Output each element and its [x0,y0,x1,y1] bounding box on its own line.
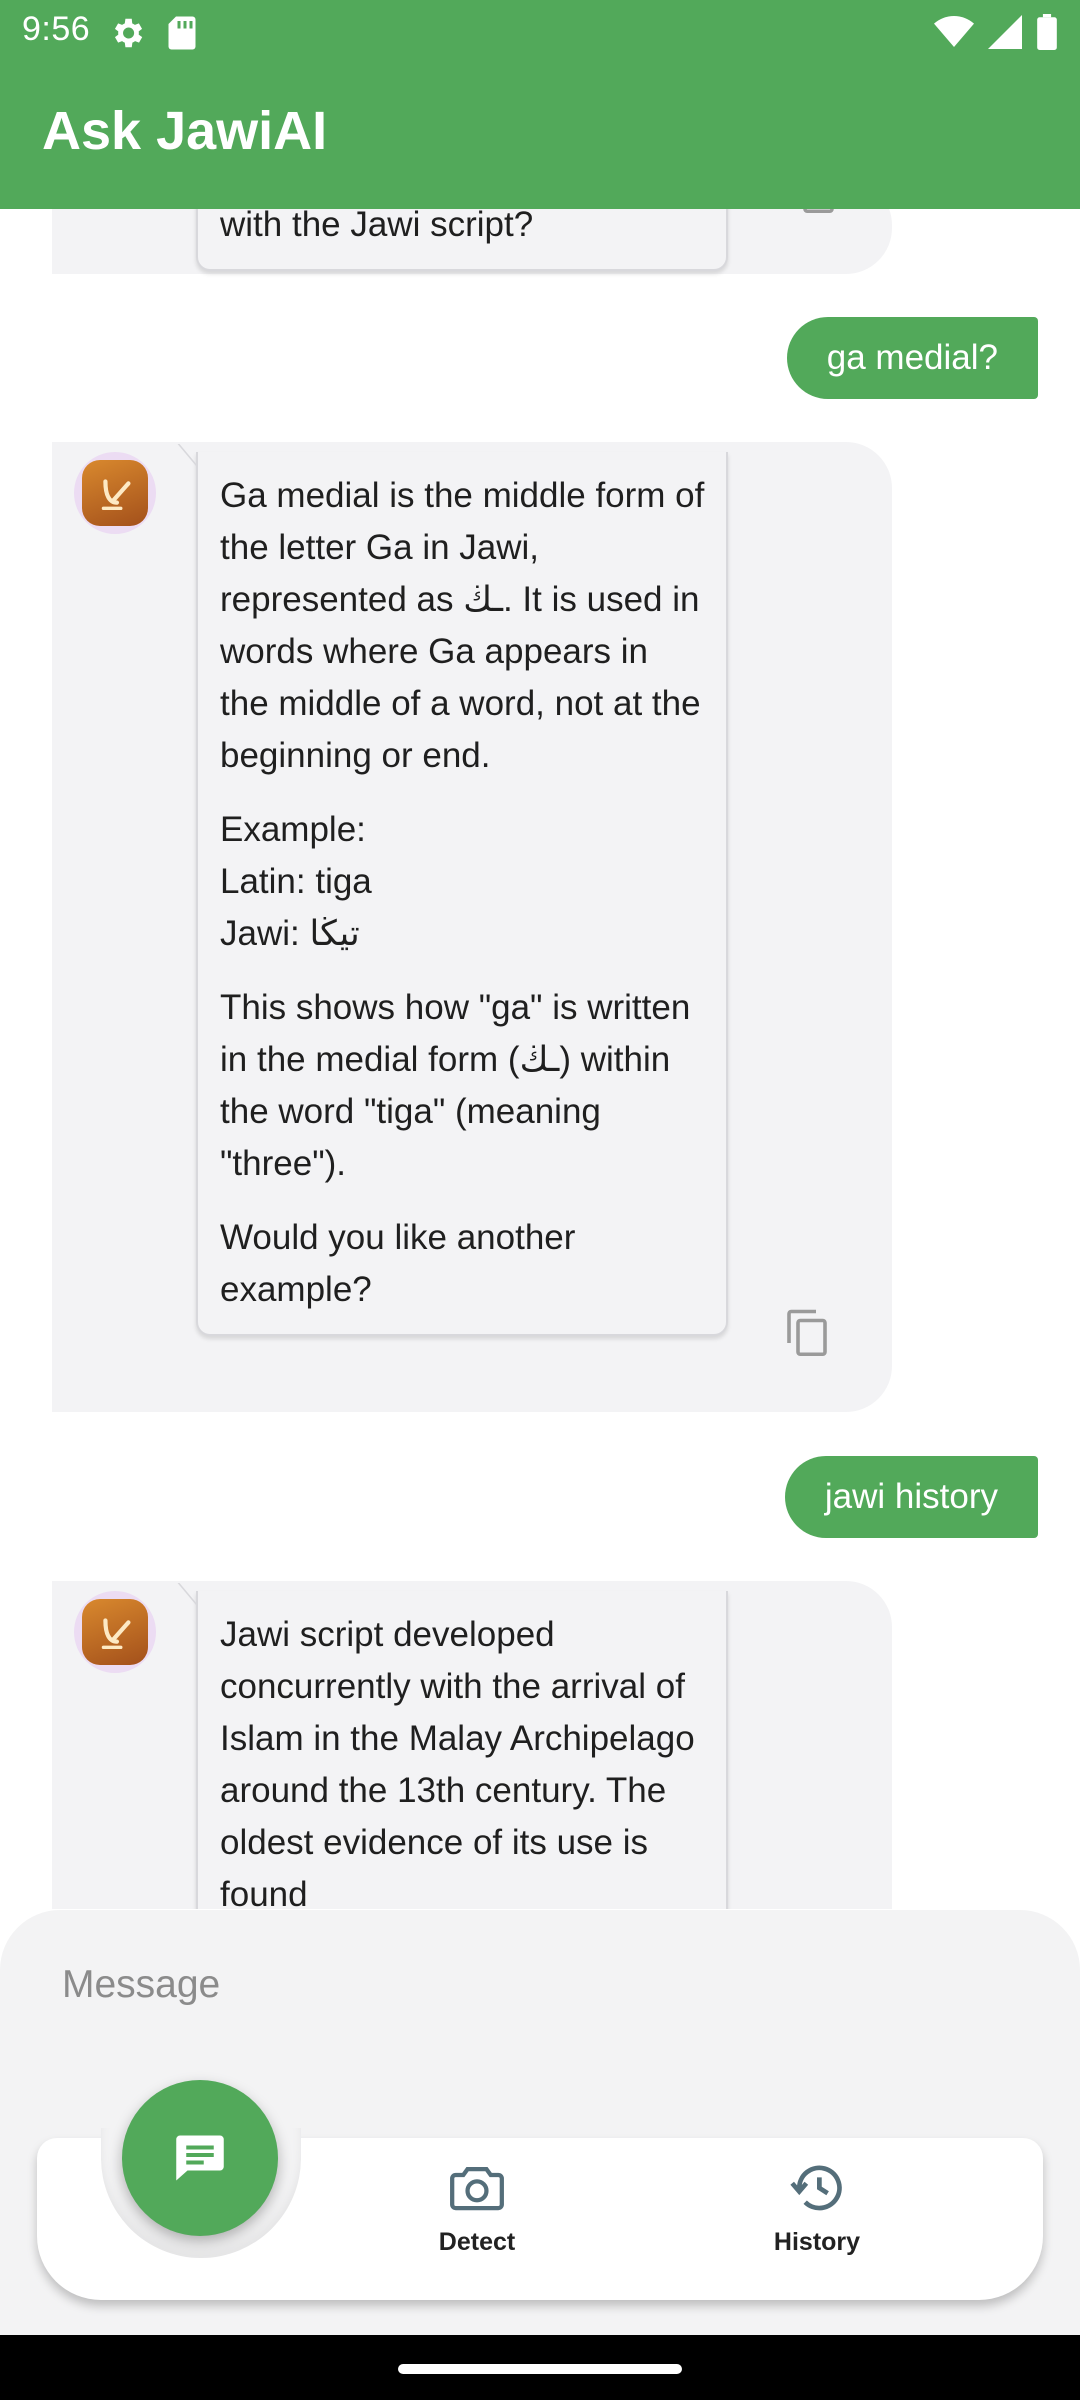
bot-message: Ga medial is the middle form of the lett… [52,442,892,1412]
message-line: Latin: tiga [220,862,372,901]
message-line: Example: [220,810,366,849]
status-right-icons [934,14,1058,50]
message-paragraph: This shows how "ga" is written in the me… [220,988,691,1183]
user-message-bubble: jawi history [784,1456,1038,1538]
nav-label-history: History [773,2228,861,2256]
message-input[interactable] [62,1950,962,2020]
message-paragraph: Would you like another example? [220,1218,576,1309]
message-paragraph: with the Jawi script? [220,209,534,244]
status-left-icons [108,14,198,52]
cell-signal-icon [988,15,1022,49]
chat-fab-button[interactable] [122,2080,278,2236]
message-paragraph: Jawi script developed concurrently with … [220,1615,695,1909]
battery-icon [1037,14,1057,50]
bot-message-bubble: Jawi script developed concurrently with … [177,1583,728,1909]
wifi-icon [934,16,974,47]
copy-icon[interactable] [787,209,841,221]
home-gesture-handle[interactable] [398,2364,682,2374]
jawi-pen-logo-icon [82,1599,148,1665]
system-nav-bar [0,2335,1080,2400]
message-paragraph: Ga medial is the middle form of the lett… [220,476,705,775]
user-message-bubble: ga medial? [786,317,1038,399]
camera-icon [450,2166,504,2211]
settings-gear-icon [114,18,143,48]
screen: 9:56 Ask JawiAI with the Jawi script? ga… [0,0,1080,2400]
status-bar: 9:56 [0,0,1080,62]
nav-label-detect: Detect [438,2228,516,2256]
status-time: 9:56 [22,10,91,48]
message-line: Jawi: تيڬا [220,914,360,953]
bot-message: with the Jawi script? [52,209,892,274]
app-title: Ask JawiAI [42,101,328,161]
chat-list[interactable]: with the Jawi script? ga medial? Ga medi… [0,209,1080,1909]
history-icon [790,2165,842,2211]
chat-bubble-icon [176,2135,224,2181]
nav-item-detect[interactable]: Detect [377,2162,577,2257]
bot-avatar [74,1591,156,1673]
bot-message: Jawi script developed concurrently with … [52,1581,892,1909]
copy-icon[interactable] [780,1304,834,1364]
bot-message-bubble: Ga medial is the middle form of the lett… [177,444,728,1336]
app-header: 9:56 Ask JawiAI [0,0,1080,209]
jawi-pen-logo-icon [82,460,148,526]
nav-item-history[interactable]: History [717,2162,917,2257]
user-message-text: ga medial? [826,338,998,377]
bot-message-bubble: with the Jawi script? [196,209,728,271]
user-message-text: jawi history [824,1477,998,1516]
bot-avatar [74,452,156,534]
sd-card-icon [168,16,196,50]
